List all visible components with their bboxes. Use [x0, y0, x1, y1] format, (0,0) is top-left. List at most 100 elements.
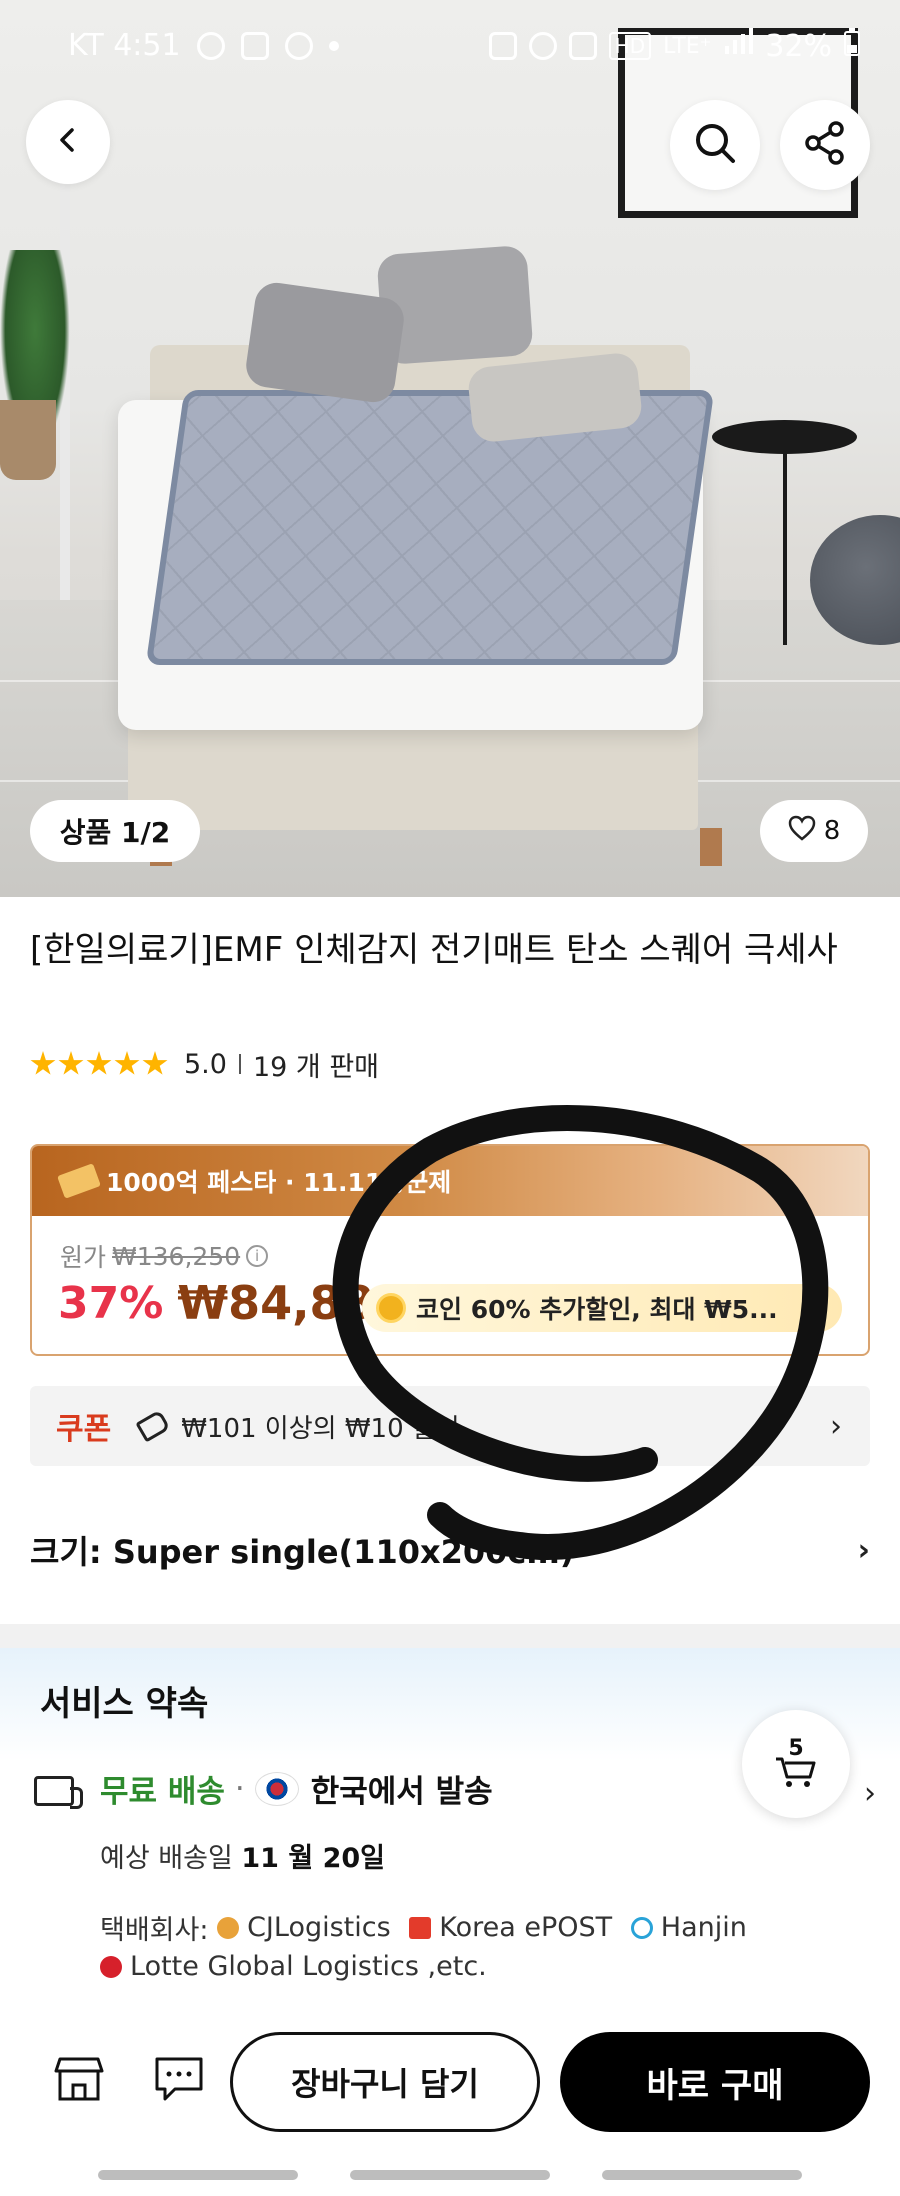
star-icon: [30, 1051, 56, 1075]
couriers-label: 택배회사:: [100, 1915, 209, 1946]
courier-name: CJLogistics: [247, 1912, 391, 1943]
gallery-icon: [240, 31, 269, 60]
share-icon: [800, 118, 850, 172]
courier-name: Korea ePOST: [439, 1912, 613, 1943]
back-button[interactable]: [26, 100, 110, 184]
ship-from: 한국에서 발송: [310, 1774, 493, 1810]
promo-banner[interactable]: 1000억 페스타 · 11.11광군제: [32, 1146, 868, 1216]
sale-price-row: 37% ₩84,884: [58, 1276, 406, 1330]
free-shipping: 무료 배송: [100, 1774, 225, 1810]
discount-rate: 37%: [58, 1277, 164, 1329]
product-title: [한일의료기]EMF 인체감지 전기매트 탄소 스퀘어 극세사: [30, 930, 838, 970]
courier-name: Lotte Global Logistics ,etc.: [130, 1951, 487, 1982]
battery-icon: [844, 28, 860, 64]
buy-now-button[interactable]: 바로 구매: [560, 2032, 870, 2132]
store-button[interactable]: [52, 2056, 106, 2106]
back-icon: [53, 125, 83, 159]
rating-value: 5.0: [184, 1048, 227, 1080]
more-dot-icon: [328, 40, 339, 51]
chevron-right-icon[interactable]: ›: [864, 1776, 876, 1811]
coupon-row[interactable]: 쿠폰 ₩101 이상의 ₩10 할인 ›: [30, 1386, 870, 1466]
coupon-text: ₩101 이상의 ₩10 할인: [181, 1413, 460, 1444]
star-rating: [30, 1051, 168, 1077]
korea-flag-icon: [254, 1771, 299, 1806]
size-option-row[interactable]: 크기: Super single(110x200cm) ›: [30, 1520, 870, 1580]
cj-logo-icon: [217, 1917, 240, 1939]
price-card[interactable]: 1000억 페스타 · 11.11광군제 원가 ₩136,250 i 37% ₩…: [30, 1144, 870, 1356]
eta-label: 예상 배송일: [100, 1843, 233, 1874]
side-table-leg: [783, 445, 787, 645]
coin-icon: [376, 1293, 406, 1323]
talk-icon: [284, 31, 313, 60]
share-button[interactable]: [780, 100, 870, 190]
estimated-delivery: 예상 배송일 11 월 20일: [100, 1836, 385, 1875]
lock-icon: [488, 32, 517, 60]
gesture-bar: [98, 2170, 298, 2180]
hd-icon: HD: [608, 32, 652, 60]
chat-button[interactable]: [152, 2056, 206, 2106]
image-counter: 상품 1/2: [30, 800, 200, 862]
dot-separator: ·: [234, 1770, 245, 1807]
original-price: ₩136,250: [112, 1241, 241, 1271]
pillow: [243, 280, 407, 405]
electric-mat: [145, 390, 715, 665]
info-icon[interactable]: i: [246, 1245, 269, 1267]
star-icon: [86, 1051, 112, 1075]
chat-icon: [153, 2055, 205, 2107]
eta-date: 11 월 20일: [241, 1843, 386, 1874]
epost-logo-icon: [409, 1917, 432, 1939]
store-icon: [54, 2055, 104, 2107]
section-divider: [0, 1624, 900, 1648]
shipping-row[interactable]: 무료 배송 · 한국에서 발송: [100, 1766, 493, 1811]
courier-name: Hanjin: [660, 1912, 747, 1943]
star-icon: [142, 1051, 168, 1075]
original-price-row: 원가 ₩136,250 i: [60, 1238, 269, 1274]
search-button[interactable]: [670, 100, 760, 190]
cart-icon: [774, 1755, 818, 1793]
gesture-bar: [602, 2170, 802, 2180]
courier-cj: CJLogistics: [217, 1910, 391, 1946]
star-icon: [58, 1051, 84, 1075]
chevron-right-icon: ›: [857, 1532, 870, 1568]
plant-pot: [0, 400, 56, 480]
promo-banner-text: 1000억 페스타 · 11.11광군제: [106, 1168, 452, 1197]
alarm-icon: [528, 32, 557, 60]
service-promise-section: 서비스 약속 무료 배송 · 한국에서 발송 › 예상 배송일 11 월 20일…: [0, 1648, 900, 2028]
courier-epost: Korea ePOST: [409, 1910, 612, 1946]
rating-row[interactable]: 5.0 19 개 판매: [30, 1044, 379, 1084]
original-price-label: 원가: [60, 1243, 107, 1272]
service-title: 서비스 약속: [40, 1684, 209, 1724]
like-count: 8: [823, 816, 841, 846]
app-icon: [196, 31, 225, 60]
network-type: LTE⁺: [663, 33, 712, 59]
tag-icon: [135, 1409, 171, 1443]
heart-icon: [788, 815, 816, 848]
status-bar: KT 4:51 HD LTE⁺ 32%: [0, 0, 900, 92]
add-to-cart-button[interactable]: 장바구니 담기: [230, 2032, 540, 2132]
sold-count: 19 개 판매: [252, 1051, 379, 1083]
bottom-action-bar: 장바구니 담기 바로 구매: [0, 2028, 900, 2196]
signal-icon: [723, 28, 754, 64]
wishlist-button[interactable]: 8: [760, 800, 868, 862]
product-image[interactable]: KT 4:51 HD LTE⁺ 32% 상품 1/2 8: [0, 0, 900, 897]
floating-cart-button[interactable]: 5: [742, 1710, 850, 1818]
bed-leg: [700, 828, 722, 866]
battery-level: 32%: [765, 28, 832, 64]
hanjin-logo-icon: [630, 1917, 653, 1939]
search-icon: [692, 120, 738, 170]
divider: [238, 1054, 241, 1074]
ticket-icon: [57, 1163, 101, 1199]
mute-icon: [568, 32, 597, 60]
lotte-logo-icon: [100, 1956, 122, 1978]
star-icon: [114, 1051, 140, 1075]
courier-hanjin: Hanjin: [630, 1910, 747, 1946]
size-option-text: 크기: Super single(110x200cm): [30, 1533, 575, 1571]
chevron-right-icon: ›: [830, 1408, 842, 1444]
coin-discount-text: 코인 60% 추가할인, 최대 ₩5...: [416, 1295, 778, 1324]
coupon-label: 쿠폰: [56, 1412, 112, 1447]
courier-list: 택배회사: CJLogistics Korea ePOST Hanjin Lot…: [100, 1910, 800, 1988]
coin-discount-pill[interactable]: 코인 60% 추가할인, 최대 ₩5...: [362, 1284, 842, 1332]
gesture-bar: [350, 2170, 550, 2180]
carrier-time: KT 4:51: [68, 28, 181, 63]
courier-lotte: Lotte Global Logistics ,etc.: [100, 1949, 487, 1985]
